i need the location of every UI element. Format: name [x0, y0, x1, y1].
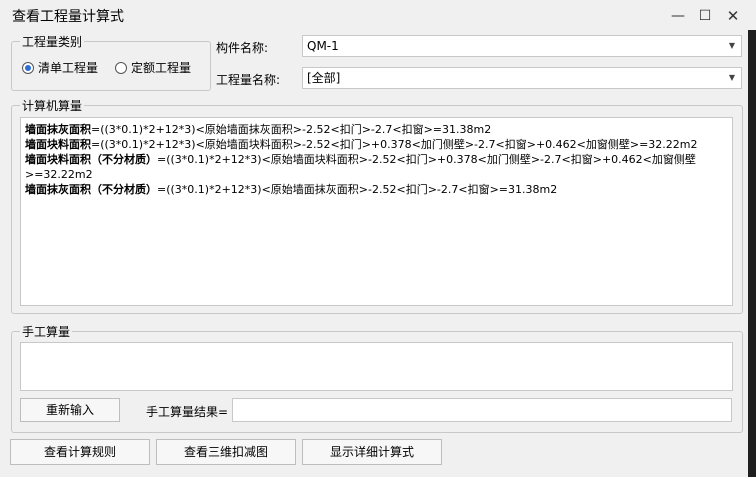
component-select[interactable]: QM-1 ▼ — [302, 35, 742, 57]
show-detail-button[interactable]: 显示详细计算式 — [302, 439, 442, 465]
manual-calc-input[interactable] — [20, 342, 733, 391]
close-icon[interactable]: ✕ — [722, 6, 744, 26]
view-rules-button[interactable]: 查看计算规则 — [10, 439, 150, 465]
background-strip — [748, 30, 756, 477]
calc-line: 墙面块料面积=((3*0.1)*2+12*3)<原始墙面块料面积>-2.52<扣… — [25, 138, 698, 151]
radio-unchecked-icon — [115, 61, 127, 74]
calc-line: 墙面抹灰面积（不分材质）=((3*0.1)*2+12*3)<原始墙面抹灰面积>-… — [25, 183, 558, 196]
manual-result-label: 手工算量结果= — [146, 405, 229, 419]
radio-quota-quantity-label: 定额工程量 — [131, 61, 192, 75]
reenter-button[interactable]: 重新输入 — [20, 398, 120, 422]
window-title: 查看工程量计算式 — [12, 9, 124, 25]
category-group: 工程量类别 清单工程量 定额工程量 — [11, 33, 211, 91]
manual-calc-label: 手工算量 — [20, 323, 73, 340]
title-bar: 查看工程量计算式 — ☐ ✕ — [0, 0, 756, 32]
radio-checked-icon — [22, 61, 34, 74]
chevron-down-icon: ▼ — [728, 41, 735, 50]
quantity-label: 工程量名称: — [216, 73, 281, 87]
calc-line: 墙面抹灰面积=((3*0.1)*2+12*3)<原始墙面抹灰面积>-2.52<扣… — [25, 123, 492, 136]
calc-line: 墙面块料面积（不分材质）=((3*0.1)*2+12*3)<原始墙面块料面积>-… — [25, 153, 696, 181]
minimize-icon[interactable]: — — [667, 6, 689, 26]
chevron-down-icon: ▼ — [728, 73, 735, 82]
quantity-value: [全部] — [307, 71, 341, 85]
manual-calc-group: 手工算量 重新输入 手工算量结果= — [11, 323, 743, 433]
component-value: QM-1 — [307, 39, 339, 53]
maximize-icon[interactable]: ☐ — [694, 6, 716, 26]
radio-bill-quantity-label: 清单工程量 — [38, 61, 99, 75]
computer-calc-label: 计算机算量 — [20, 97, 85, 114]
radio-quota-quantity[interactable]: 定额工程量 — [115, 59, 191, 76]
quantity-select[interactable]: [全部] ▼ — [302, 67, 742, 89]
manual-result-field[interactable] — [232, 398, 732, 422]
category-group-label: 工程量类别 — [20, 33, 85, 50]
computer-calc-group: 计算机算量 墙面抹灰面积=((3*0.1)*2+12*3)<原始墙面抹灰面积>-… — [11, 97, 743, 314]
computer-calc-text[interactable]: 墙面抹灰面积=((3*0.1)*2+12*3)<原始墙面抹灰面积>-2.52<扣… — [20, 117, 733, 306]
component-label: 构件名称: — [216, 41, 269, 55]
radio-bill-quantity[interactable]: 清单工程量 — [22, 59, 98, 76]
view-3d-button[interactable]: 查看三维扣减图 — [156, 439, 296, 465]
